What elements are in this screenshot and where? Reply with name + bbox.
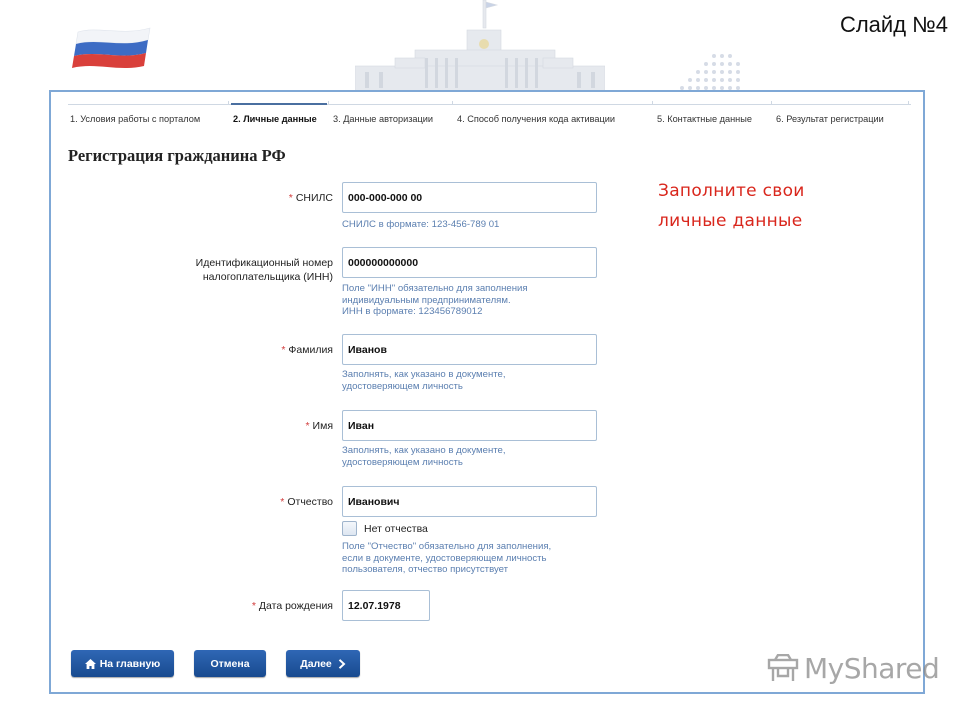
birth-date-label: * Дата рождения [252, 599, 333, 613]
patronymic-hint-line2: если в документе, удостоверяющем личност… [342, 552, 547, 564]
decorative-dots-icon [680, 54, 740, 90]
name-hint-line1: Заполнять, как указано в документе, [342, 445, 506, 456]
instruction-line1: Заполните свои [658, 181, 805, 201]
instruction-annotation: Заполните свои личные данные [658, 176, 805, 236]
name-label-text: Имя [312, 420, 333, 432]
step-authorization-data[interactable]: 3. Данные авторизации [331, 101, 455, 126]
required-mark: * [288, 192, 293, 204]
step-registration-result[interactable]: 6. Результат регистрации [774, 101, 911, 126]
step-contact-data[interactable]: 5. Контактные данные [655, 101, 774, 126]
no-patronymic-option[interactable]: Нет отчества [342, 521, 428, 536]
inn-label-line1: Идентификационный номер [195, 257, 333, 269]
patronymic-hint: Поле "Отчество" обязательно для заполнен… [342, 541, 551, 576]
surname-label: * Фамилия [281, 343, 333, 357]
name-label: * Имя [305, 419, 333, 433]
surname-label-text: Фамилия [288, 344, 333, 356]
required-mark: * [251, 600, 256, 612]
cancel-button-label: Отмена [210, 657, 250, 670]
surname-hint: Заполнять, как указано в документе, удос… [342, 369, 506, 392]
inn-hint: Поле "ИНН" обязательно для заполнения ин… [342, 283, 528, 318]
name-input[interactable]: Иван [342, 410, 597, 441]
government-building-icon [355, 0, 605, 92]
inn-label-line2: налогоплательщика (ИНН) [202, 271, 333, 283]
birth-date-input[interactable]: 12.07.1978 [342, 590, 430, 621]
patronymic-hint-line3: пользователя, отчество присутствует [342, 564, 509, 576]
next-button[interactable]: Далее [286, 650, 360, 677]
step-terms[interactable]: 1. Условия работы с порталом [68, 101, 231, 126]
patronymic-label-text: Отчество [287, 496, 333, 508]
surname-hint-line2: удостоверяющем личность [342, 380, 463, 392]
russian-flag-icon [72, 27, 151, 68]
home-icon [84, 658, 96, 669]
required-mark: * [280, 496, 285, 508]
name-hint-line2: удостоверяющем личность [342, 456, 463, 468]
snils-label-text: СНИЛС [295, 192, 333, 204]
name-hint: Заполнять, как указано в документе, удос… [342, 445, 506, 468]
no-patronymic-checkbox[interactable] [342, 521, 357, 536]
snils-label: * СНИЛС [289, 191, 333, 205]
step-activation-code-method[interactable]: 4. Способ получения кода активации [455, 101, 655, 126]
inn-hint-line2: индивидуальным предпринимателям. [342, 294, 511, 306]
myshared-logo-icon [767, 653, 799, 681]
home-button[interactable]: На главную [71, 650, 174, 677]
instruction-line2: личные данные [658, 211, 803, 231]
required-mark: * [281, 344, 286, 356]
snils-input[interactable]: 000-000-000 00 [342, 182, 597, 213]
page-title: Регистрация гражданина РФ [68, 146, 286, 165]
snils-hint: СНИЛС в формате: 123-456-789 01 [342, 219, 500, 230]
inn-hint-line3: ИНН в формате: 123456789012 [342, 306, 483, 318]
watermark-text: MyShared [804, 652, 940, 685]
patronymic-label: * Отчество [280, 495, 333, 509]
cancel-button[interactable]: Отмена [194, 650, 266, 677]
birth-date-label-text: Дата рождения [258, 600, 333, 612]
next-button-label: Далее [300, 657, 332, 670]
surname-hint-line1: Заполнять, как указано в документе, [342, 369, 506, 380]
surname-input[interactable]: Иванов [342, 334, 597, 365]
inn-hint-line1: Поле "ИНН" обязательно для заполнения [342, 283, 528, 294]
chevron-right-icon [338, 658, 346, 669]
inn-input[interactable]: 000000000000 [342, 247, 597, 278]
required-mark: * [305, 420, 310, 432]
patronymic-input[interactable]: Иванович [342, 486, 597, 517]
patronymic-hint-line1: Поле "Отчество" обязательно для заполнен… [342, 541, 552, 552]
no-patronymic-label[interactable]: Нет отчества [364, 523, 428, 535]
slide-number: Слайд №4 [839, 12, 948, 37]
myshared-watermark: MyShared [766, 652, 940, 685]
step-personal-data[interactable]: 2. Личные данные [231, 101, 331, 126]
inn-label: Идентификационный номер налогоплательщик… [196, 256, 333, 284]
home-button-label: На главную [99, 657, 161, 670]
registration-steps: 1. Условия работы с порталом 2. Личные д… [68, 101, 911, 126]
